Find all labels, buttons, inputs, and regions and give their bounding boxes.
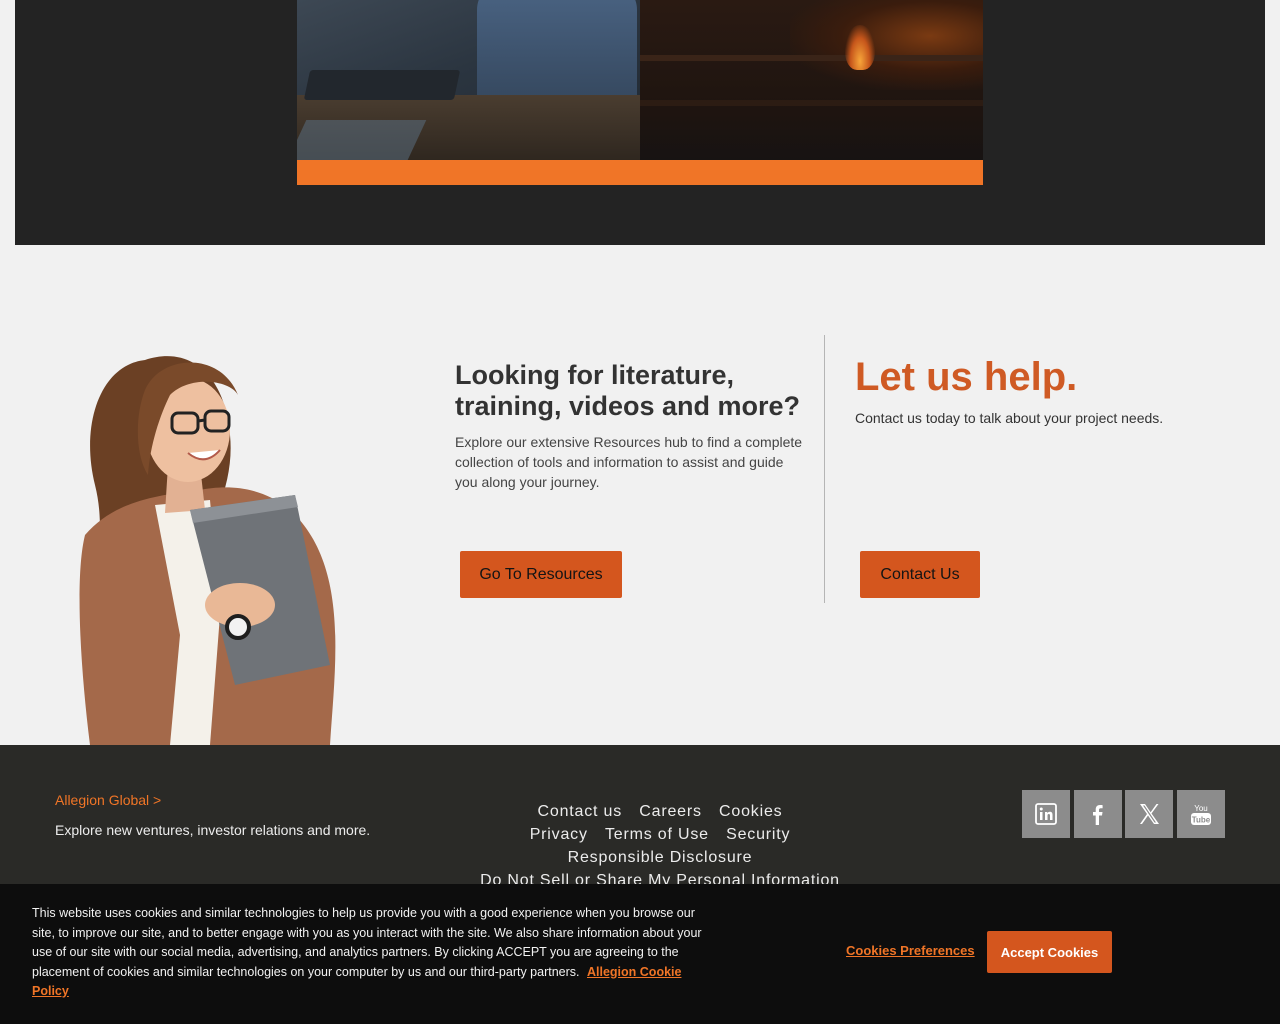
cookie-preferences-link[interactable]: Cookies Preferences (846, 943, 975, 958)
allegion-global-link[interactable]: Allegion Global > (55, 792, 161, 808)
facebook-icon (1093, 805, 1103, 825)
help-description: Contact us today to talk about your proj… (855, 410, 1164, 426)
x-icon (1140, 804, 1159, 824)
footer-link-responsible-disclosure[interactable]: Responsible Disclosure (568, 849, 753, 866)
linkedin-icon (1035, 803, 1057, 825)
x-button[interactable] (1125, 790, 1173, 838)
go-to-resources-button[interactable]: Go To Resources (460, 551, 622, 598)
hero-accent-bar (297, 160, 983, 185)
woman-with-laptop-image (79, 356, 336, 745)
footer-link-contact[interactable]: Contact us (538, 803, 622, 820)
literature-heading: Looking for literature, training, videos… (455, 360, 801, 421)
accept-cookies-button[interactable]: Accept Cookies (987, 931, 1112, 973)
office-worker-image (297, 0, 640, 160)
footer-link-cookies[interactable]: Cookies (719, 803, 782, 820)
linkedin-button[interactable] (1022, 790, 1070, 838)
cookie-text-block: This website uses cookies and similar te… (32, 904, 712, 1002)
section-divider (824, 335, 825, 603)
contact-us-button[interactable]: Contact Us (860, 551, 980, 598)
svg-text:You: You (1194, 804, 1208, 813)
svg-text:Tube: Tube (1192, 816, 1211, 825)
footer-link-terms[interactable]: Terms of Use (605, 826, 709, 843)
allegion-global-description: Explore new ventures, investor relations… (55, 822, 371, 838)
footer-link-privacy[interactable]: Privacy (530, 826, 588, 843)
youtube-icon: You Tube (1191, 804, 1211, 825)
literature-description: Explore our extensive Resources hub to f… (455, 434, 803, 490)
footer-links: Contact us Careers Cookies Privacy Terms… (440, 800, 880, 892)
help-heading: Let us help. (855, 355, 1078, 399)
fire-test-image (640, 0, 983, 160)
youtube-button[interactable]: You Tube (1177, 790, 1225, 838)
hero-section (15, 0, 1265, 245)
facebook-button[interactable] (1074, 790, 1122, 838)
footer-link-security[interactable]: Security (726, 826, 790, 843)
footer-link-careers[interactable]: Careers (639, 803, 702, 820)
cookie-banner: This website uses cookies and similar te… (0, 884, 1280, 1024)
